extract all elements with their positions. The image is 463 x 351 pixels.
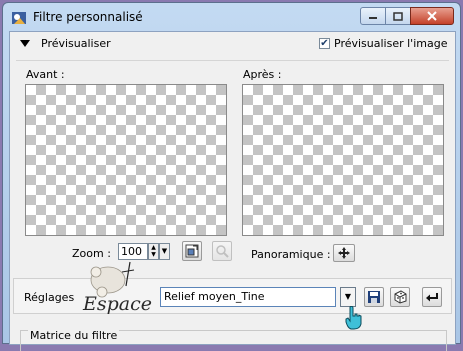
random-preset-button[interactable] bbox=[390, 287, 410, 307]
after-preview-pane[interactable] bbox=[242, 84, 444, 236]
preview-image-checkbox-group[interactable]: ✔ Prévisualiser l'image bbox=[319, 37, 447, 50]
move-arrows-icon bbox=[338, 247, 350, 259]
spin-down-icon[interactable]: ▼ bbox=[149, 251, 158, 258]
matrix-label: Matrice du filtre bbox=[28, 329, 120, 342]
minimize-icon bbox=[369, 17, 377, 19]
title-bar[interactable]: Filtre personnalisé bbox=[3, 3, 460, 31]
preview-image-label[interactable]: Prévisualiser l'image bbox=[334, 37, 447, 50]
window-title: Filtre personnalisé bbox=[33, 10, 143, 24]
dialog-client: Prévisualiser ✔ Prévisualiser l'image Av… bbox=[9, 31, 456, 351]
before-preview-pane[interactable] bbox=[25, 84, 227, 236]
svg-text:Espace: Espace bbox=[82, 293, 152, 315]
preview-bar: Prévisualiser ✔ Prévisualiser l'image bbox=[10, 32, 455, 56]
zoom-disabled-button[interactable] bbox=[212, 241, 232, 261]
fit-preview-button[interactable] bbox=[182, 241, 202, 261]
dice-icon bbox=[394, 290, 407, 304]
floppy-save-icon bbox=[368, 291, 380, 303]
preview-image-checkbox[interactable]: ✔ bbox=[319, 38, 330, 49]
maximize-button[interactable] bbox=[385, 7, 411, 25]
collapse-triangle-icon[interactable] bbox=[20, 40, 30, 47]
pan-button[interactable] bbox=[333, 244, 355, 262]
before-label: Avant : bbox=[26, 68, 65, 81]
save-preset-button[interactable] bbox=[364, 287, 384, 307]
close-icon bbox=[427, 11, 437, 21]
dialog-window: Filtre personnalisé Prévisualiser ✔ Prév… bbox=[2, 2, 461, 351]
maximize-icon bbox=[393, 11, 403, 21]
preview-toggle-label[interactable]: Prévisualiser bbox=[41, 37, 111, 50]
divider bbox=[16, 60, 449, 61]
preset-select[interactable]: Relief moyen_Tine bbox=[160, 287, 336, 307]
after-label: Après : bbox=[243, 68, 282, 81]
settings-label: Réglages bbox=[24, 291, 75, 304]
hand-pointer-cursor-icon bbox=[345, 306, 362, 330]
spin-up-icon[interactable]: ▲ bbox=[149, 244, 158, 251]
undo-arrow-icon bbox=[426, 293, 438, 302]
minimize-button[interactable] bbox=[360, 7, 386, 25]
panoramique-label: Panoramique : bbox=[251, 248, 331, 261]
close-button[interactable] bbox=[410, 7, 454, 25]
fit-window-icon bbox=[185, 244, 199, 258]
watermark-logo: Espace bbox=[82, 261, 152, 315]
preset-dropdown-button[interactable]: ▼ bbox=[340, 287, 356, 307]
app-icon bbox=[12, 12, 26, 24]
zoom-lens-icon bbox=[216, 245, 229, 258]
reset-button[interactable] bbox=[422, 287, 442, 307]
